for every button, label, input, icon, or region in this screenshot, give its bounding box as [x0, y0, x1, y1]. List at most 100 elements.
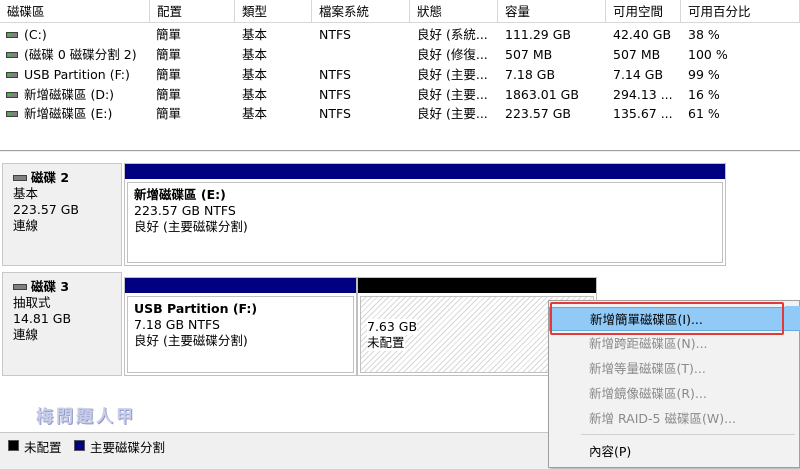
volume-status: 良好 (修復...	[417, 47, 488, 62]
volume-filesystem: NTFS	[319, 87, 351, 102]
disk-3-kind: 抽取式	[13, 295, 51, 310]
partition-e-status: 良好 (主要磁碟分割)	[134, 219, 248, 234]
disk-icon	[13, 175, 27, 181]
primary-partition-bar	[125, 164, 725, 179]
volume-filesystem: NTFS	[319, 67, 351, 82]
volume-status: 良好 (主要...	[417, 106, 488, 121]
volume-type: 基本	[242, 27, 268, 42]
volume-percent-free: 16 %	[688, 87, 720, 102]
callout-highlight-box	[550, 302, 784, 335]
menu-new-raid5-volume[interactable]: 新增 RAID-5 磁碟區(W)...	[549, 407, 799, 431]
partition-f-status: 良好 (主要磁碟分割)	[134, 333, 248, 348]
partition-f-name: USB Partition (F:)	[134, 301, 258, 316]
menu-new-mirrored-volume[interactable]: 新增鏡像磁碟區(R)...	[549, 382, 799, 406]
volume-status: 良好 (主要...	[417, 67, 488, 82]
column-header-percent-free[interactable]: 可用百分比	[681, 0, 800, 23]
volume-free-space: 135.67 ...	[613, 106, 673, 121]
table-row[interactable]: 新增磁碟區 (D:) 簡單 基本 NTFS 良好 (主要... 1863.01 …	[0, 85, 800, 105]
partition-e-size: 223.57 GB NTFS	[134, 203, 236, 218]
column-header-free-space[interactable]: 可用空間	[606, 0, 681, 23]
volume-icon	[6, 32, 18, 38]
table-row[interactable]: 新增磁碟區 (E:) 簡單 基本 NTFS 良好 (主要... 223.57 G…	[0, 104, 800, 124]
volume-list-header: 磁碟區 配置 類型 檔案系統 狀態 容量 可用空間 可用百分比	[0, 0, 800, 24]
volume-free-space: 294.13 ...	[613, 87, 673, 102]
volume-type: 基本	[242, 47, 268, 62]
volume-layout: 簡單	[156, 47, 182, 62]
disk-2-title: 磁碟 2	[13, 170, 121, 186]
column-header-layout[interactable]: 配置	[150, 0, 235, 23]
menu-new-striped-volume[interactable]: 新增等量磁碟區(T)...	[549, 357, 799, 381]
volume-free-space: 507 MB	[613, 47, 661, 62]
volume-percent-free: 61 %	[688, 106, 720, 121]
disk-2-kind: 基本	[13, 186, 39, 201]
disk-2-info[interactable]: 磁碟 2 基本 223.57 GB 連線	[2, 163, 122, 266]
column-header-status[interactable]: 狀態	[410, 0, 498, 23]
volume-icon	[6, 92, 18, 98]
volume-name: (磁碟 0 磁碟分割 2)	[24, 47, 137, 62]
disk-2-size: 223.57 GB	[13, 202, 79, 217]
volume-free-space: 7.14 GB	[613, 67, 664, 82]
unallocated-swatch-icon	[8, 440, 19, 451]
disk-2-state: 連線	[13, 218, 39, 233]
legend-unallocated: 未配置	[24, 440, 62, 455]
volume-type: 基本	[242, 67, 268, 82]
column-header-filesystem[interactable]: 檔案系統	[312, 0, 410, 23]
primary-swatch-icon	[74, 440, 85, 451]
volume-capacity: 223.57 GB	[505, 106, 571, 121]
volume-layout: 簡單	[156, 106, 182, 121]
legend-primary: 主要磁碟分割	[90, 440, 166, 455]
column-header-type[interactable]: 類型	[235, 0, 312, 23]
partition-e-body: 新增磁碟區 (E:) 223.57 GB NTFS 良好 (主要磁碟分割)	[127, 182, 723, 263]
unallocated-bar	[358, 278, 596, 293]
volume-type: 基本	[242, 87, 268, 102]
volume-capacity: 1863.01 GB	[505, 87, 579, 102]
volume-capacity: 7.18 GB	[505, 67, 556, 82]
partition-f-body: USB Partition (F:) 7.18 GB NTFS 良好 (主要磁碟…	[127, 296, 354, 373]
disk-2-label: 磁碟 2	[31, 170, 70, 185]
volume-name: USB Partition (F:)	[24, 67, 130, 82]
column-header-capacity[interactable]: 容量	[498, 0, 606, 23]
partition-e-name: 新增磁碟區 (E:)	[134, 187, 226, 202]
volume-percent-free: 100 %	[688, 47, 728, 62]
unallocated-size: 7.63 GB	[367, 319, 418, 335]
partition-f[interactable]: USB Partition (F:) 7.18 GB NTFS 良好 (主要磁碟…	[124, 277, 357, 376]
volume-icon	[6, 72, 18, 78]
disk-3-label: 磁碟 3	[31, 279, 70, 294]
menu-separator	[581, 434, 795, 435]
disk-3-state: 連線	[13, 327, 39, 342]
volume-status: 良好 (主要...	[417, 87, 488, 102]
watermark: 梅問題人甲	[36, 407, 136, 427]
volume-filesystem: NTFS	[319, 106, 351, 121]
volume-icon	[6, 111, 18, 117]
volume-percent-free: 99 %	[688, 67, 720, 82]
volume-type: 基本	[242, 106, 268, 121]
volume-name: (C:)	[24, 27, 47, 42]
disk-3-info[interactable]: 磁碟 3 抽取式 14.81 GB 連線	[2, 272, 122, 376]
volume-capacity: 111.29 GB	[505, 27, 571, 42]
table-row[interactable]: (C:) 簡單 基本 NTFS 良好 (系統... 111.29 GB 42.4…	[0, 25, 800, 45]
volume-name: 新增磁碟區 (E:)	[24, 106, 113, 121]
table-row[interactable]: USB Partition (F:) 簡單 基本 NTFS 良好 (主要... …	[0, 65, 800, 85]
volume-capacity: 507 MB	[505, 47, 553, 62]
menu-new-spanned-volume[interactable]: 新增跨距磁碟區(N)...	[549, 332, 799, 356]
disk-3-size: 14.81 GB	[13, 311, 72, 326]
partition-e[interactable]: 新增磁碟區 (E:) 223.57 GB NTFS 良好 (主要磁碟分割)	[124, 163, 726, 266]
volume-percent-free: 38 %	[688, 27, 720, 42]
partition-f-size: 7.18 GB NTFS	[134, 317, 220, 332]
primary-partition-bar	[125, 278, 356, 293]
volume-filesystem: NTFS	[319, 27, 351, 42]
volume-status: 良好 (系統...	[417, 27, 488, 42]
volume-free-space: 42.40 GB	[613, 27, 672, 42]
volume-layout: 簡單	[156, 67, 182, 82]
volume-icon	[6, 52, 18, 58]
volume-name: 新增磁碟區 (D:)	[24, 87, 115, 102]
disk-3-title: 磁碟 3	[13, 279, 121, 295]
menu-properties[interactable]: 內容(P)	[549, 440, 799, 464]
table-row[interactable]: (磁碟 0 磁碟分割 2) 簡單 基本 良好 (修復... 507 MB 507…	[0, 45, 800, 65]
column-header-volume[interactable]: 磁碟區	[0, 0, 150, 23]
volume-layout: 簡單	[156, 27, 182, 42]
unallocated-label: 未配置	[367, 335, 405, 351]
volume-list: 磁碟區 配置 類型 檔案系統 狀態 容量 可用空間 可用百分比 (C:) 簡單 …	[0, 0, 800, 151]
volume-layout: 簡單	[156, 87, 182, 102]
disk-icon	[13, 284, 27, 290]
